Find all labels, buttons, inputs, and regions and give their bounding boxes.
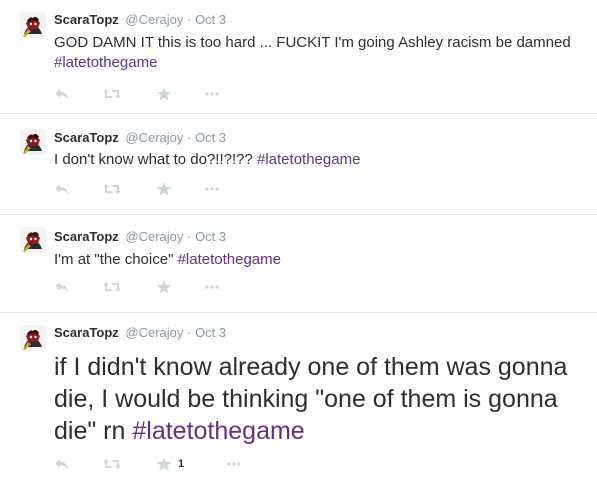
avatar[interactable] — [20, 227, 46, 253]
tweet[interactable]: ScaraTopz @Cerajoy · Oct 3 if I didn't k… — [0, 313, 597, 480]
fullname[interactable]: ScaraTopz — [54, 130, 119, 145]
tweet-actions — [54, 86, 274, 102]
retweet-button[interactable] — [102, 279, 122, 295]
tweet-actions — [54, 279, 274, 295]
username[interactable]: @Cerajoy — [125, 229, 183, 244]
timestamp[interactable]: Oct 3 — [195, 229, 226, 244]
favorite-button[interactable] — [156, 279, 172, 295]
more-dots-icon — [226, 456, 242, 472]
reply-icon — [54, 279, 70, 295]
hashtag-link[interactable]: #latetothegame — [257, 151, 360, 168]
tweet-header: ScaraTopz @Cerajoy · Oct 3 — [54, 325, 226, 341]
separator: · — [187, 130, 192, 145]
retweet-icon — [102, 456, 122, 472]
reply-icon — [54, 181, 70, 197]
favorite-button[interactable] — [156, 86, 172, 102]
more-button[interactable] — [204, 181, 220, 197]
fullname[interactable]: ScaraTopz — [54, 12, 119, 27]
username[interactable]: @Cerajoy — [125, 130, 183, 145]
tweet-text: if I didn't know already one of them was… — [54, 351, 584, 447]
more-button[interactable] — [204, 279, 220, 295]
tweet-text: GOD DAMN IT this is too hard ... FUCKIT … — [54, 33, 579, 73]
reply-button[interactable] — [54, 181, 70, 197]
favorite-button[interactable]: 1 — [156, 456, 184, 472]
reply-button[interactable] — [54, 456, 70, 472]
separator: · — [187, 12, 192, 27]
star-icon — [156, 181, 172, 197]
reply-button[interactable] — [54, 279, 70, 295]
retweet-button[interactable] — [102, 456, 122, 472]
retweet-button[interactable] — [102, 181, 122, 197]
tweet[interactable]: ScaraTopz @Cerajoy · Oct 3 I'm at "the c… — [0, 215, 597, 313]
star-icon — [156, 86, 172, 102]
timeline: ScaraTopz @Cerajoy · Oct 3 GOD DAMN IT t… — [0, 0, 597, 480]
username[interactable]: @Cerajoy — [125, 325, 183, 340]
timestamp[interactable]: Oct 3 — [195, 12, 226, 27]
separator: · — [187, 325, 192, 340]
separator: · — [187, 229, 192, 244]
avatar[interactable] — [20, 12, 46, 38]
fullname[interactable]: ScaraTopz — [54, 325, 119, 340]
timestamp[interactable]: Oct 3 — [195, 325, 226, 340]
tweet-text-body: GOD DAMN IT this is too hard ... FUCKIT … — [54, 34, 571, 51]
tweet[interactable]: ScaraTopz @Cerajoy · Oct 3 GOD DAMN IT t… — [0, 0, 597, 114]
hashtag-link[interactable]: #latetothegame — [178, 251, 281, 268]
tweet[interactable]: ScaraTopz @Cerajoy · Oct 3 I don't know … — [0, 114, 597, 215]
more-button[interactable] — [226, 456, 242, 472]
avatar[interactable] — [20, 325, 46, 351]
fullname[interactable]: ScaraTopz — [54, 229, 119, 244]
tweet-text-body: I don't know what to do?!!?!?? — [54, 151, 257, 168]
tweet-header: ScaraTopz @Cerajoy · Oct 3 — [54, 130, 226, 146]
avatar[interactable] — [20, 129, 46, 155]
hashtag-link[interactable]: #latetothegame — [54, 54, 157, 71]
retweet-button[interactable] — [102, 86, 122, 102]
tweet-header: ScaraTopz @Cerajoy · Oct 3 — [54, 12, 226, 28]
retweet-icon — [102, 279, 122, 295]
hashtag-link[interactable]: #latetothegame — [132, 417, 304, 445]
reply-icon — [54, 456, 70, 472]
tweet-actions: 1 — [54, 456, 274, 472]
more-dots-icon — [204, 279, 220, 295]
more-dots-icon — [204, 181, 220, 197]
star-icon — [156, 279, 172, 295]
tweet-text-body: if I didn't know already one of them was… — [54, 353, 568, 445]
favorite-count: 1 — [178, 458, 185, 470]
tweet-header: ScaraTopz @Cerajoy · Oct 3 — [54, 229, 226, 245]
star-icon — [156, 456, 172, 472]
more-button[interactable] — [204, 86, 220, 102]
tweet-text-body: I'm at "the choice" — [54, 251, 178, 268]
tweet-text: I don't know what to do?!!?!?? #latetoth… — [54, 150, 579, 170]
tweet-actions — [54, 181, 274, 197]
retweet-icon — [102, 86, 122, 102]
reply-button[interactable] — [54, 86, 70, 102]
username[interactable]: @Cerajoy — [125, 12, 183, 27]
reply-icon — [54, 86, 70, 102]
tweet-text: I'm at "the choice" #latetothegame — [54, 250, 579, 270]
timestamp[interactable]: Oct 3 — [195, 130, 226, 145]
favorite-button[interactable] — [156, 181, 172, 197]
retweet-icon — [102, 181, 122, 197]
more-dots-icon — [204, 86, 220, 102]
